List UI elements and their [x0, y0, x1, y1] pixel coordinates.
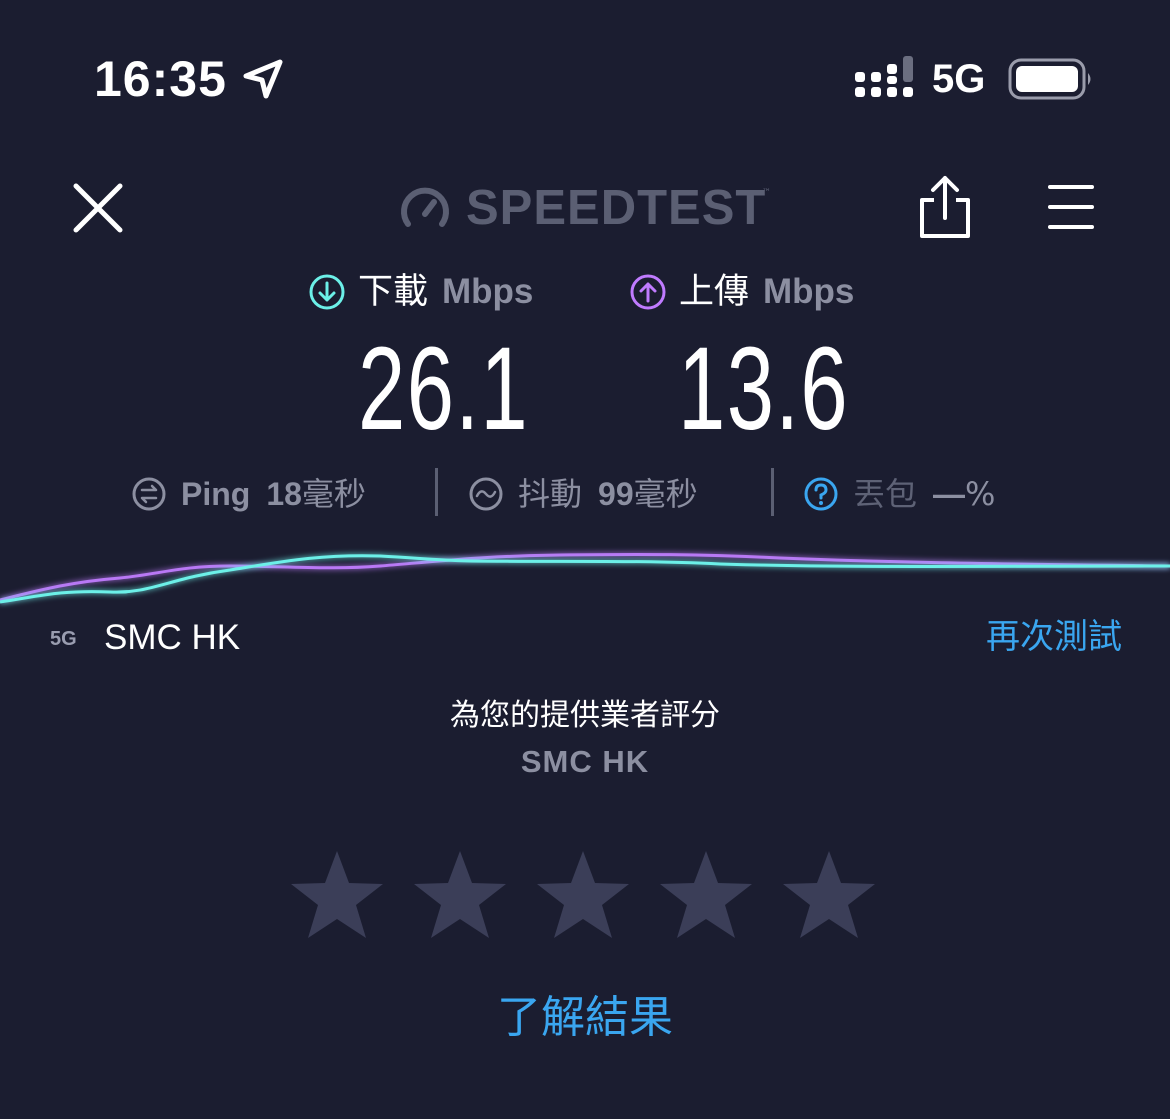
- download-heading: 下載 Mbps: [308, 270, 533, 314]
- close-button[interactable]: [66, 176, 130, 240]
- star-rating[interactable]: [290, 848, 880, 942]
- battery-icon: [1008, 58, 1091, 100]
- learn-results-link[interactable]: 了解結果: [0, 990, 1170, 1046]
- location-arrow-icon: [243, 59, 283, 99]
- ping-icon: [132, 477, 166, 511]
- star-3[interactable]: [536, 848, 630, 942]
- ping-metric: Ping 18 毫秒: [131, 472, 366, 516]
- speedtest-logo: SPEEDTEST ™: [400, 182, 772, 234]
- ping-value: 18: [266, 476, 302, 512]
- star-2[interactable]: [413, 848, 507, 942]
- upload-label: 上傳: [679, 272, 750, 312]
- speedtest-result-screen: 16:35 5G SPEEDTEST ™ 下載 Mbps 上傳 Mbps 26.…: [0, 0, 1170, 1119]
- packet-loss-unit: %: [965, 475, 996, 513]
- jitter-unit: 毫秒: [633, 475, 698, 513]
- logo-trademark: ™: [762, 188, 771, 198]
- metric-divider: [771, 468, 774, 516]
- star-5[interactable]: [782, 848, 876, 942]
- upload-unit: Mbps: [763, 272, 855, 311]
- jitter-value: 99: [598, 476, 634, 512]
- retest-button[interactable]: 再次測試: [986, 614, 1122, 660]
- help-question-icon[interactable]: [803, 476, 839, 512]
- network-badge: 5G: [50, 628, 77, 650]
- network-type: 5G: [932, 57, 986, 101]
- jitter-metric: 抖動 99 毫秒: [468, 472, 698, 516]
- upload-arrow-icon: [630, 274, 666, 310]
- share-button[interactable]: [916, 174, 974, 240]
- download-arrow-icon: [309, 274, 345, 310]
- upload-heading: 上傳 Mbps: [629, 270, 854, 314]
- logo-text: SPEEDTEST: [466, 181, 767, 235]
- packet-loss-value: —: [933, 476, 966, 512]
- download-unit: Mbps: [442, 272, 534, 311]
- ping-label: Ping: [181, 476, 251, 512]
- menu-button[interactable]: [1046, 182, 1096, 232]
- rate-provider-name: SMC HK: [520, 744, 650, 779]
- packet-loss-metric[interactable]: 丟包 — %: [803, 472, 995, 516]
- speedometer-icon: [401, 187, 449, 227]
- upload-value: 13.6: [678, 323, 850, 455]
- star-1[interactable]: [290, 848, 384, 942]
- ping-unit: 毫秒: [301, 475, 366, 513]
- jitter-label: 抖動: [518, 475, 583, 513]
- rate-provider-title: 為您的提供業者評分: [450, 698, 720, 733]
- jitter-wave-icon: [469, 477, 503, 511]
- provider-name: SMC HK: [104, 618, 241, 657]
- cellular-signal-icon: [855, 56, 913, 97]
- status-time: 16:35: [94, 51, 227, 107]
- packet-loss-label: 丟包: [853, 475, 918, 513]
- download-label: 下載: [358, 272, 429, 312]
- download-value: 26.1: [358, 323, 530, 455]
- speed-graph: [0, 552, 1170, 604]
- metric-divider: [435, 468, 438, 516]
- star-4[interactable]: [659, 848, 753, 942]
